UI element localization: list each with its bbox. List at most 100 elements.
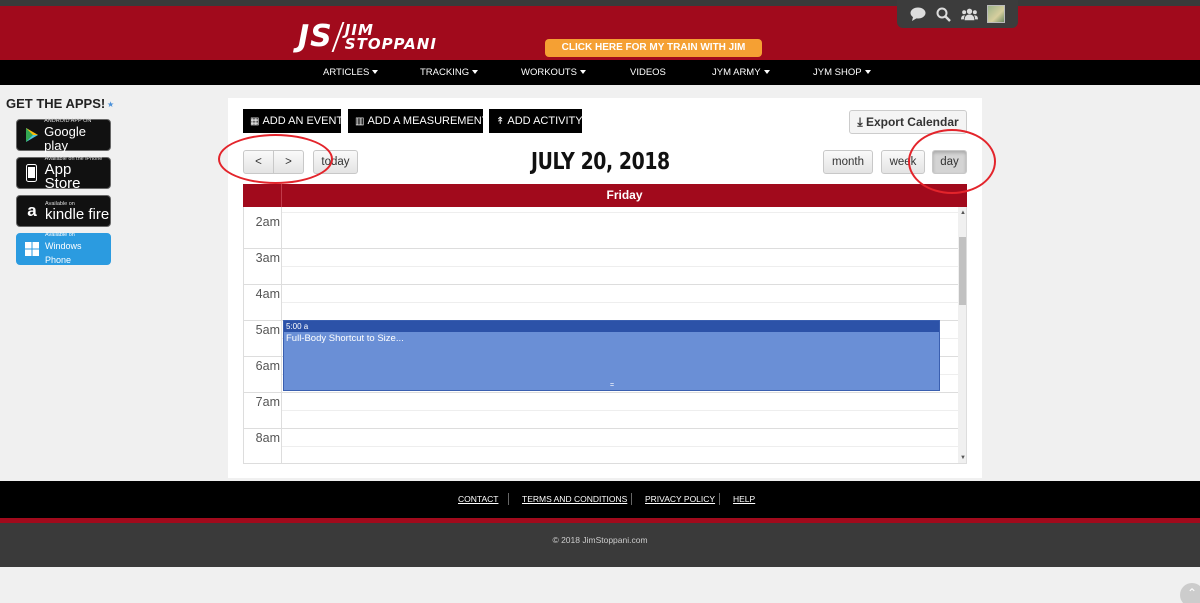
badge-text: Available on Windows Phone: [45, 232, 110, 267]
footer-separator: [508, 493, 509, 505]
footer-separator: [719, 493, 720, 505]
event-resize-handle[interactable]: =: [610, 382, 614, 389]
nav-item-label: VIDEOS: [630, 67, 666, 78]
badge-big-text: kindle fire: [45, 205, 110, 223]
hour-line: [244, 463, 958, 464]
logo-mark: JS: [298, 19, 333, 54]
main-nav: ARTICLES TRACKING WORKOUTS VIDEOS JYM AR…: [0, 60, 1200, 85]
scroll-down-arrow-icon[interactable]: ▼: [959, 454, 966, 462]
activity-icon: ↟: [496, 116, 505, 127]
footer-link-contact[interactable]: CONTACT: [458, 494, 498, 504]
apple-icon: [23, 164, 41, 182]
google-play-icon: [23, 127, 40, 143]
footer-link-terms[interactable]: TERMS AND CONDITIONS: [522, 494, 627, 504]
hour-line: [244, 284, 958, 285]
download-icon: ⤓: [857, 115, 863, 129]
hour-line: [244, 248, 958, 249]
hour-line: [244, 392, 958, 393]
search-icon[interactable]: [935, 6, 952, 23]
footer-copyright: © 2018 JimStoppani.com: [0, 523, 1200, 567]
hour-label: 8am: [255, 431, 280, 445]
nav-item-articles[interactable]: ARTICLES: [323, 60, 379, 85]
badge-small-text: Available on: [44, 231, 75, 238]
badge-text: Available on kindle fire: [45, 201, 109, 222]
friends-icon[interactable]: [961, 6, 978, 23]
hour-label: 3am: [255, 251, 280, 265]
hour-label: 4am: [255, 287, 280, 301]
badge-big-text: Windows Phone: [44, 240, 82, 265]
add-event-label: ADD AN EVENT: [262, 115, 344, 127]
kindle-fire-badge[interactable]: a Available on kindle fire: [16, 195, 111, 227]
scroll-up-arrow-icon[interactable]: ▲: [959, 209, 966, 217]
logo-divider: [331, 22, 345, 52]
logo-name-line2: Stoppani: [344, 35, 437, 53]
calendar-day-header: Friday: [243, 184, 967, 207]
star-icon: ★: [107, 100, 115, 109]
annotation-circle-day-view: [908, 129, 996, 194]
hour-label: 7am: [255, 395, 280, 409]
footer-link-help[interactable]: HELP: [733, 494, 755, 504]
half-hour-line: [282, 446, 958, 447]
site-logo[interactable]: JS Jim Stoppani: [298, 22, 437, 52]
nav-item-label: JYM SHOP: [813, 67, 862, 78]
user-toolbar: [897, 0, 1018, 28]
day-header-label: Friday: [281, 184, 967, 207]
nav-item-tracking[interactable]: TRACKING: [420, 60, 479, 85]
nav-item-jym-army[interactable]: JYM ARMY: [712, 60, 770, 85]
nav-item-workouts[interactable]: WORKOUTS: [521, 60, 586, 85]
logo-name: Jim Stoppani: [344, 23, 437, 53]
nav-item-label: JYM ARMY: [712, 67, 761, 78]
half-hour-line: [282, 212, 958, 213]
add-measurement-label: ADD A MEASUREMENT: [367, 115, 489, 127]
half-hour-line: [282, 266, 958, 267]
add-event-button[interactable]: ▦ ADD AN EVENT: [243, 109, 344, 133]
caret-down-icon: [372, 70, 379, 74]
badge-text: ANDROID APP ON Google play: [44, 118, 110, 153]
hour-line: [244, 428, 958, 429]
app-store-badge[interactable]: Available on the iPhone App Store: [16, 156, 111, 192]
event-title: Full-Body Shortcut to Size...: [286, 333, 404, 344]
event-time: 5:00 a: [284, 321, 939, 332]
nav-item-label: TRACKING: [420, 67, 470, 78]
windows-phone-badge[interactable]: Available on Windows Phone: [16, 232, 111, 267]
site-header: JS Jim Stoppani CLICK HERE FOR MY TRAIN …: [0, 6, 1200, 71]
calendar-title: JULY 20, 2018: [531, 149, 670, 175]
footer-separator: [631, 493, 632, 505]
apps-heading: GET THE APPS!: [6, 96, 106, 111]
add-measurement-button[interactable]: ▥ ADD A MEASUREMENT: [348, 109, 488, 133]
nav-item-label: WORKOUTS: [521, 67, 577, 78]
time-axis-divider: [281, 207, 282, 463]
hour-label: 5am: [255, 323, 280, 337]
train-with-jim-promo-button[interactable]: CLICK HERE FOR MY TRAIN WITH JIM SERIES: [545, 39, 762, 71]
caret-down-icon: [579, 70, 586, 74]
nav-item-videos[interactable]: VIDEOS: [630, 60, 666, 85]
chat-icon[interactable]: [909, 6, 926, 23]
month-view-button[interactable]: month: [823, 150, 873, 174]
calendar-icon: ▦: [250, 116, 260, 127]
time-grid-scrollbar[interactable]: ▲ ▼: [958, 207, 966, 463]
nav-item-jym-shop[interactable]: JYM SHOP: [813, 60, 871, 85]
calendar-event[interactable]: 5:00 a Full-Body Shortcut to Size... =: [283, 320, 940, 391]
footer-links-bar: CONTACT TERMS AND CONDITIONS PRIVACY POL…: [0, 481, 1200, 518]
amazon-icon: a: [27, 201, 37, 220]
calendar-time-grid[interactable]: 2am 3am 4am 5am 6am 7am 8am 5:00 a Full-…: [243, 207, 967, 464]
scroll-to-top-button[interactable]: ⌃: [1180, 583, 1200, 603]
add-activity-button[interactable]: ↟ ADD ACTIVITY: [489, 109, 583, 133]
caret-down-icon: [472, 70, 479, 74]
chevron-up-icon: ⌃: [1186, 586, 1198, 600]
avatar[interactable]: [987, 5, 1005, 23]
badge-big-text: App Store: [44, 160, 81, 192]
half-hour-line: [282, 302, 958, 303]
badge-big-text: Google play: [44, 123, 87, 153]
nav-item-label: ARTICLES: [323, 67, 370, 78]
annotation-circle-prev-next: [218, 134, 333, 184]
export-label: Export Calendar: [865, 115, 959, 129]
google-play-badge[interactable]: ANDROID APP ON Google play: [16, 118, 111, 153]
caret-down-icon: [763, 70, 770, 74]
scrollbar-thumb[interactable]: [959, 237, 966, 305]
hour-label: 2am: [255, 215, 280, 229]
half-hour-line: [282, 410, 958, 411]
hour-label: 6am: [255, 359, 280, 373]
footer-link-privacy[interactable]: PRIVACY POLICY: [645, 494, 715, 504]
add-activity-label: ADD ACTIVITY: [507, 115, 583, 127]
